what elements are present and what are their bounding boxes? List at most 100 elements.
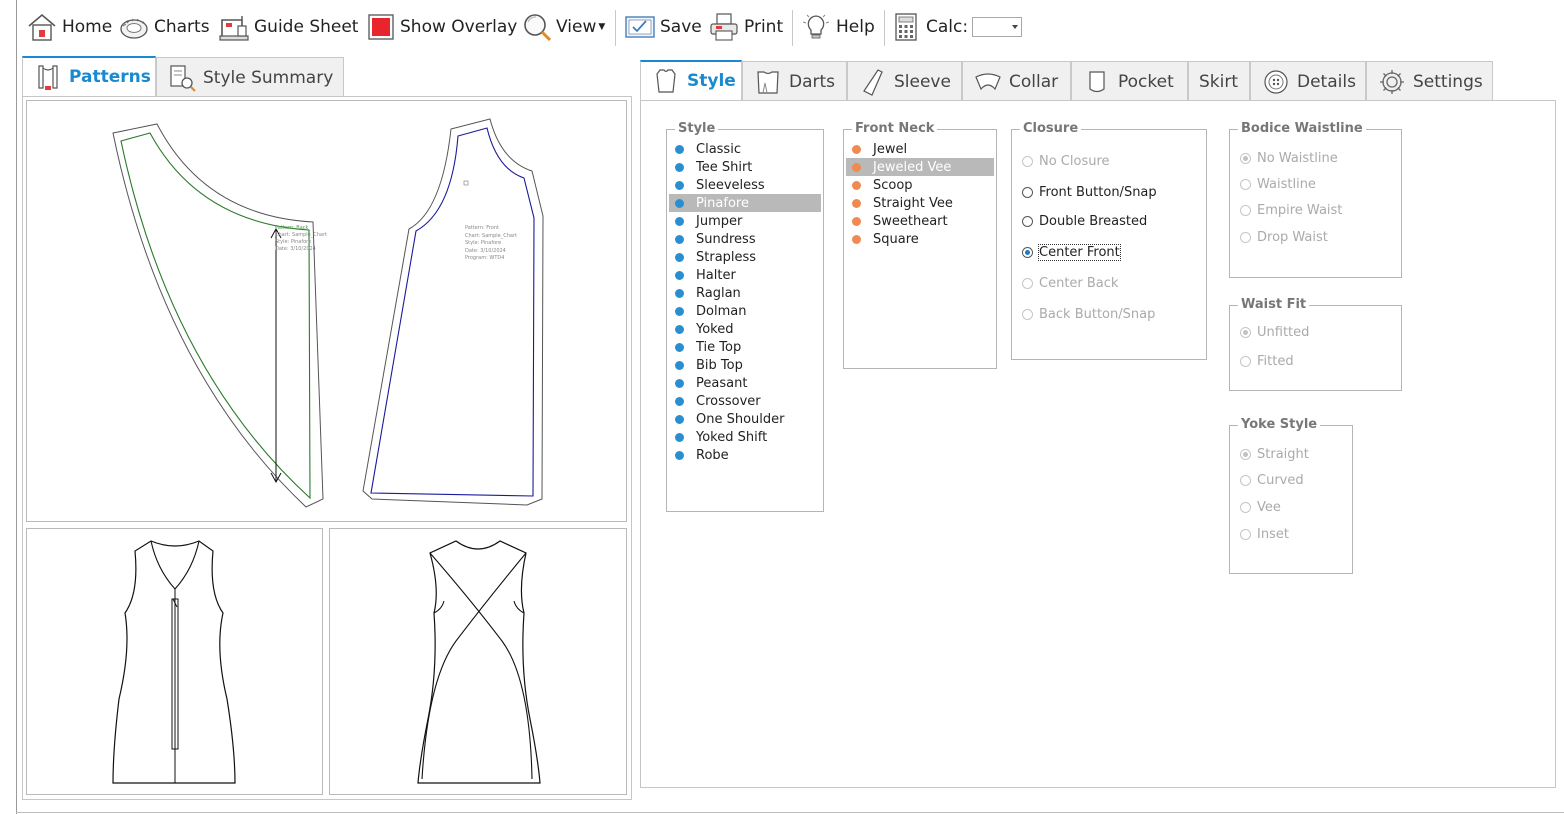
toolbar-separator — [792, 10, 793, 46]
closure-radio-label: Front Button/Snap — [1039, 185, 1157, 200]
print-label: Print — [744, 17, 784, 37]
style-list-item[interactable]: Yoked — [669, 320, 821, 338]
tab-style[interactable]: Style — [640, 60, 742, 100]
magnifier-icon — [520, 12, 552, 42]
front-neck-list-item[interactable]: Straight Vee — [846, 194, 994, 212]
front-neck-list-item[interactable]: Square — [846, 230, 994, 248]
calc-dropdown[interactable] — [972, 17, 1022, 37]
back-view-sketch — [329, 528, 627, 795]
style-list-item[interactable]: Raglan — [669, 284, 821, 302]
style-group: Style Classic Tee Shirt Sleeveless Pinafore… — [666, 120, 824, 512]
tab-style-summary[interactable]: Style Summary — [156, 57, 344, 97]
home-button[interactable]: Home — [26, 12, 112, 42]
garment-front-drawing — [112, 540, 236, 784]
style-list-item[interactable]: Tee Shirt — [669, 158, 821, 176]
front-neck-list-item[interactable]: Sweetheart — [846, 212, 994, 230]
style-list-item[interactable]: Strapless — [669, 248, 821, 266]
bullet-dot-icon — [675, 360, 684, 370]
save-icon — [624, 12, 656, 42]
charts-label: Charts — [154, 17, 210, 37]
yoke-style-radio[interactable]: Curved — [1240, 473, 1304, 488]
style-list-item[interactable]: Classic — [669, 140, 821, 158]
sewing-machine-icon — [218, 12, 250, 42]
tab-collar[interactable]: Collar — [962, 61, 1071, 101]
style-list-item[interactable]: Yoked Shift — [669, 428, 821, 446]
closure-radio[interactable]: Center Back — [1022, 276, 1118, 291]
bullet-dot-icon — [675, 324, 684, 334]
bodice-waistline-radio[interactable]: Drop Waist — [1240, 230, 1328, 245]
radio-circle-icon — [1240, 179, 1251, 190]
tab-patterns-label: Patterns — [69, 67, 151, 87]
style-list-item-label: Halter — [696, 267, 736, 283]
style-list-item[interactable]: Tie Top — [669, 338, 821, 356]
show-overlay-button[interactable]: Show Overlay — [364, 12, 517, 42]
style-list-item[interactable]: Sleeveless — [669, 176, 821, 194]
style-list-item[interactable]: Halter — [669, 266, 821, 284]
save-button[interactable]: Save — [624, 12, 702, 42]
tab-settings[interactable]: Settings — [1366, 61, 1493, 101]
style-list-item[interactable]: One Shoulder — [669, 410, 821, 428]
closure-radio-label: Center Back — [1039, 276, 1119, 291]
yoke-style-radio[interactable]: Inset — [1240, 527, 1289, 542]
tab-skirt[interactable]: Skirt — [1188, 61, 1250, 101]
front-label-line: Chart: Sample_Chart — [465, 232, 518, 239]
toolbar-separator — [615, 10, 616, 46]
charts-button[interactable]: Charts — [118, 12, 210, 42]
tab-details-label: Details — [1297, 71, 1356, 92]
style-list-item[interactable]: Pinafore — [669, 194, 821, 212]
front-neck-group: Front Neck Jewel Jeweled Vee Scoop Straight… — [843, 120, 997, 369]
style-list-item[interactable]: Sundress — [669, 230, 821, 248]
help-button[interactable]: Help — [800, 12, 875, 42]
front-view-sketch — [26, 528, 323, 795]
style-list-item[interactable]: Robe — [669, 446, 821, 464]
style-list-item[interactable]: Crossover — [669, 392, 821, 410]
front-neck-list-item-label: Straight Vee — [873, 195, 953, 211]
bodice-waistline-radio[interactable]: Empire Waist — [1240, 203, 1342, 218]
front-label-line: Pattern: Front — [465, 225, 499, 231]
yoke-style-group: Yoke Style Straight Curved Vee Inset — [1229, 416, 1353, 574]
style-list-item[interactable]: Peasant — [669, 374, 821, 392]
tab-darts[interactable]: Darts — [742, 61, 847, 101]
button-icon — [1261, 67, 1291, 97]
bullet-dot-icon — [852, 144, 861, 154]
home-icon — [26, 12, 58, 42]
closure-radio[interactable]: Front Button/Snap — [1022, 185, 1157, 200]
closure-radio[interactable]: Center Front — [1022, 244, 1121, 261]
style-list-item-label: Robe — [696, 447, 729, 463]
bodice-waistline-radio-label: Empire Waist — [1257, 203, 1343, 218]
style-list-item[interactable]: Bib Top — [669, 356, 821, 374]
front-neck-list-item[interactable]: Jewel — [846, 140, 994, 158]
waist-fit-radio[interactable]: Unfitted — [1240, 325, 1309, 340]
chevron-down-icon — [1012, 25, 1018, 29]
closure-radio[interactable]: No Closure — [1022, 154, 1110, 169]
show-overlay-label: Show Overlay — [400, 17, 518, 37]
style-list-item[interactable]: Jumper — [669, 212, 821, 230]
view-dropdown-button[interactable]: View ▼ — [520, 12, 605, 42]
style-list-item-label: Dolman — [696, 303, 747, 319]
tab-pocket[interactable]: Pocket — [1071, 61, 1188, 101]
sleeve-icon — [858, 67, 888, 97]
style-list-item-label: Tie Top — [696, 339, 742, 355]
waist-fit-radio[interactable]: Fitted — [1240, 354, 1294, 369]
tab-patterns[interactable]: Patterns — [22, 56, 156, 96]
yoke-style-radio[interactable]: Vee — [1240, 500, 1281, 515]
bodice-waistline-radio-label: Drop Waist — [1257, 230, 1328, 245]
closure-radio[interactable]: Back Button/Snap — [1022, 307, 1155, 322]
bodice-waistline-radio[interactable]: No Waistline — [1240, 151, 1338, 166]
waist-fit-group-title: Waist Fit — [1238, 296, 1310, 314]
style-list-item[interactable]: Dolman — [669, 302, 821, 320]
guide-sheet-button[interactable]: Guide Sheet — [218, 12, 358, 42]
front-neck-list-item[interactable]: Jeweled Vee — [846, 158, 994, 176]
bodice-waistline-radio[interactable]: Waistline — [1240, 177, 1316, 192]
closure-group-title: Closure — [1020, 120, 1082, 138]
yoke-style-radio[interactable]: Straight — [1240, 447, 1309, 462]
chevron-down-icon: ▼ — [598, 22, 606, 32]
radio-circle-icon — [1240, 232, 1251, 243]
front-neck-list-item-label: Square — [873, 231, 919, 247]
tab-sleeve[interactable]: Sleeve — [847, 61, 962, 101]
front-neck-list-item[interactable]: Scoop — [846, 176, 994, 194]
waist-fit-radio-label: Fitted — [1257, 354, 1294, 369]
print-button[interactable]: Print — [708, 12, 783, 42]
closure-radio[interactable]: Double Breasted — [1022, 214, 1147, 229]
tab-details[interactable]: Details — [1250, 61, 1366, 101]
